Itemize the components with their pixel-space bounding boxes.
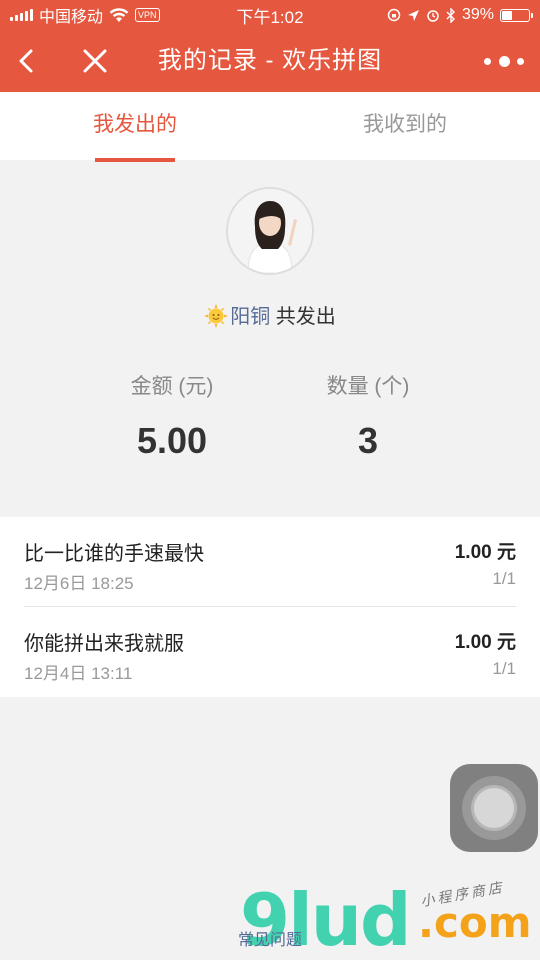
count-stat: 数量 (个) 3 [268, 370, 468, 462]
more-icon[interactable] [484, 52, 524, 70]
vpn-badge: VPN [135, 8, 160, 22]
location-icon [407, 9, 419, 21]
nav-bar: 我的记录 - 欢乐拼图 [0, 30, 540, 92]
battery-icon [500, 8, 533, 22]
record-count: 1/1 [492, 659, 516, 678]
bluetooth-icon [446, 7, 455, 23]
tab-sent[interactable]: 我发出的 [0, 92, 270, 162]
count-value: 3 [357, 420, 379, 461]
tab-bar: 我发出的 我收到的 [0, 92, 540, 162]
status-time: 下午1:02 [236, 7, 304, 27]
list-item[interactable]: 比一比谁的手速最快 12月6日 18:25 1.00 元 1/1 [24, 517, 516, 607]
amount-value: 5.00 [136, 420, 208, 461]
wifi-icon [109, 7, 129, 22]
signal-icon [10, 9, 33, 21]
alarm-icon [427, 10, 439, 22]
records-list: 比一比谁的手速最快 12月6日 18:25 1.00 元 1/1 你能拼出来我就… [0, 517, 540, 697]
tab-received[interactable]: 我收到的 [270, 92, 540, 160]
record-amount: 1.00 元 [454, 542, 516, 563]
battery-percent: 39% [461, 6, 494, 23]
record-date: 12月4日 13:11 [24, 664, 133, 683]
assistive-touch-icon[interactable] [450, 764, 538, 852]
list-item[interactable]: 你能拼出来我就服 12月4日 13:11 1.00 元 1/1 [24, 607, 516, 697]
amount-label: 金额 (元) [130, 375, 214, 398]
close-icon[interactable] [78, 44, 112, 78]
amount-stat: 金额 (元) 5.00 [72, 370, 272, 462]
faq-link[interactable]: 常见问题 [0, 926, 540, 950]
count-label: 数量 (个) [326, 375, 410, 398]
back-icon[interactable] [10, 44, 44, 78]
sender-summary: 阳铜 共发出 [0, 300, 540, 329]
status-bar: 中国移动 VPN 下午1:02 39% [0, 0, 540, 30]
lock-rotation-icon [387, 8, 401, 22]
sun-emoji-icon [204, 304, 229, 328]
record-title: 你能拼出来我就服 [24, 633, 184, 655]
record-date: 12月6日 18:25 [24, 574, 134, 593]
sent-label: 共发出 [275, 306, 336, 328]
avatar [226, 187, 314, 275]
record-title: 比一比谁的手速最快 [24, 543, 204, 565]
sender-nickname[interactable]: 阳铜 [230, 306, 270, 328]
record-count: 1/1 [492, 569, 516, 588]
record-amount: 1.00 元 [454, 632, 516, 653]
carrier-label: 中国移动 [39, 9, 104, 26]
